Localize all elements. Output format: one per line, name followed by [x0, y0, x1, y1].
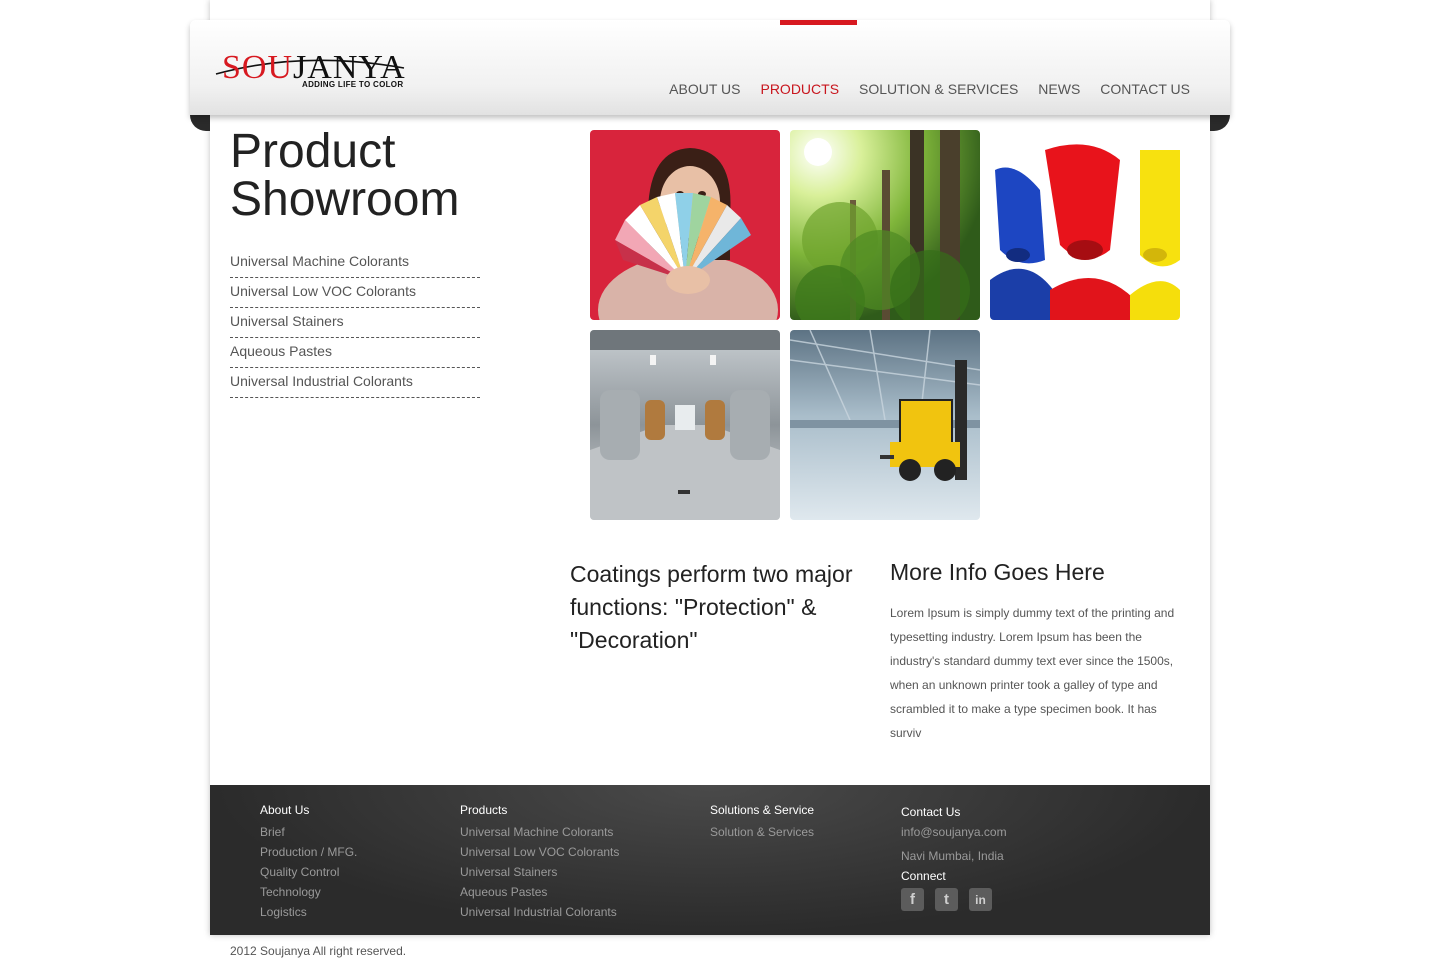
logo-tagline: ADDING LIFE TO COLOR — [302, 80, 404, 89]
more-info-body: Lorem Ipsum is simply dummy text of the … — [890, 606, 1175, 740]
footer-col-products: Products Universal Machine Colorants Uni… — [460, 802, 619, 922]
nav-products[interactable]: PRODUCTS — [750, 81, 849, 97]
ribbon-fold-left — [190, 115, 210, 131]
nav-news[interactable]: NEWS — [1028, 81, 1090, 97]
twitter-icon[interactable]: t — [935, 888, 958, 911]
main-nav: ABOUT US PRODUCTS SOLUTION & SERVICES NE… — [659, 81, 1200, 97]
footer-heading-connect: Connect — [901, 869, 946, 883]
linkedin-icon[interactable]: in — [969, 888, 992, 911]
footer-link-quality-control[interactable]: Quality Control — [260, 862, 357, 882]
footer-link-solution-services[interactable]: Solution & Services — [710, 822, 814, 842]
gallery-image-swatch-fan[interactable] — [590, 130, 780, 320]
footer-contact-location: Navi Mumbai, India — [901, 849, 1004, 863]
nav-about-us[interactable]: ABOUT US — [659, 81, 750, 97]
footer-heading-solutions[interactable]: Solutions & Service — [710, 802, 814, 818]
product-link-stainers[interactable]: Universal Stainers — [230, 308, 480, 338]
gallery-image-industrial-plant[interactable] — [590, 330, 780, 520]
gallery-image-forest[interactable] — [790, 130, 980, 320]
coatings-heading: Coatings perform two major functions: "P… — [570, 561, 853, 653]
page-title: Product Showroom — [230, 128, 530, 224]
footer-col-contact: Contact Us info@soujanya.com Navi Mumbai… — [901, 804, 1007, 911]
page-title-line1: Product — [230, 125, 396, 178]
header-ribbon: SOUJANYA ADDING LIFE TO COLOR ABOUT US P… — [190, 20, 1230, 115]
product-link-machine-colorants[interactable]: Universal Machine Colorants — [230, 248, 480, 278]
footer-link-machine-colorants[interactable]: Universal Machine Colorants — [460, 822, 619, 842]
site-footer: About Us Brief Production / MFG. Quality… — [210, 785, 1210, 935]
more-info-heading: More Info Goes Here — [890, 559, 1105, 585]
footer-col-solutions: Solutions & Service Solution & Services — [710, 802, 814, 842]
footer-contact-email[interactable]: info@soujanya.com — [901, 820, 1007, 844]
social-links: f t in — [901, 888, 1007, 911]
nav-solution-services[interactable]: SOLUTION & SERVICES — [849, 81, 1028, 97]
footer-link-brief[interactable]: Brief — [260, 822, 357, 842]
nav-active-indicator — [780, 20, 857, 25]
product-link-low-voc-colorants[interactable]: Universal Low VOC Colorants — [230, 278, 480, 308]
footer-link-stainers[interactable]: Universal Stainers — [460, 862, 619, 882]
facebook-icon[interactable]: f — [901, 888, 924, 911]
copyright-text: 2012 Soujanya All right reserved. — [230, 944, 407, 958]
footer-link-technology[interactable]: Technology — [260, 882, 357, 902]
footer-col-about: About Us Brief Production / MFG. Quality… — [260, 802, 357, 922]
showroom-product-list: Universal Machine Colorants Universal Lo… — [230, 248, 480, 398]
soujanya-logo[interactable]: SOUJANYA ADDING LIFE TO COLOR — [214, 48, 414, 93]
gallery-image-forklift-warehouse[interactable] — [790, 330, 980, 520]
footer-heading-contact: Contact Us — [901, 805, 961, 819]
footer-heading-about[interactable]: About Us — [260, 802, 357, 818]
product-link-aqueous-pastes[interactable]: Aqueous Pastes — [230, 338, 480, 368]
logo-wordmark-prefix: SOU — [222, 49, 294, 86]
page-title-line2: Showroom — [230, 173, 460, 226]
footer-link-aqueous-pastes[interactable]: Aqueous Pastes — [460, 882, 619, 902]
footer-link-logistics[interactable]: Logistics — [260, 902, 357, 922]
footer-link-industrial-colorants[interactable]: Universal Industrial Colorants — [460, 902, 619, 922]
footer-link-low-voc-colorants[interactable]: Universal Low VOC Colorants — [460, 842, 619, 862]
gallery-image-paint-bottles[interactable] — [990, 130, 1180, 320]
footer-link-production[interactable]: Production / MFG. — [260, 842, 357, 862]
nav-contact-us[interactable]: CONTACT US — [1090, 81, 1200, 97]
ribbon-fold-right — [1210, 115, 1230, 131]
product-link-industrial-colorants[interactable]: Universal Industrial Colorants — [230, 368, 480, 398]
footer-heading-products[interactable]: Products — [460, 802, 619, 818]
